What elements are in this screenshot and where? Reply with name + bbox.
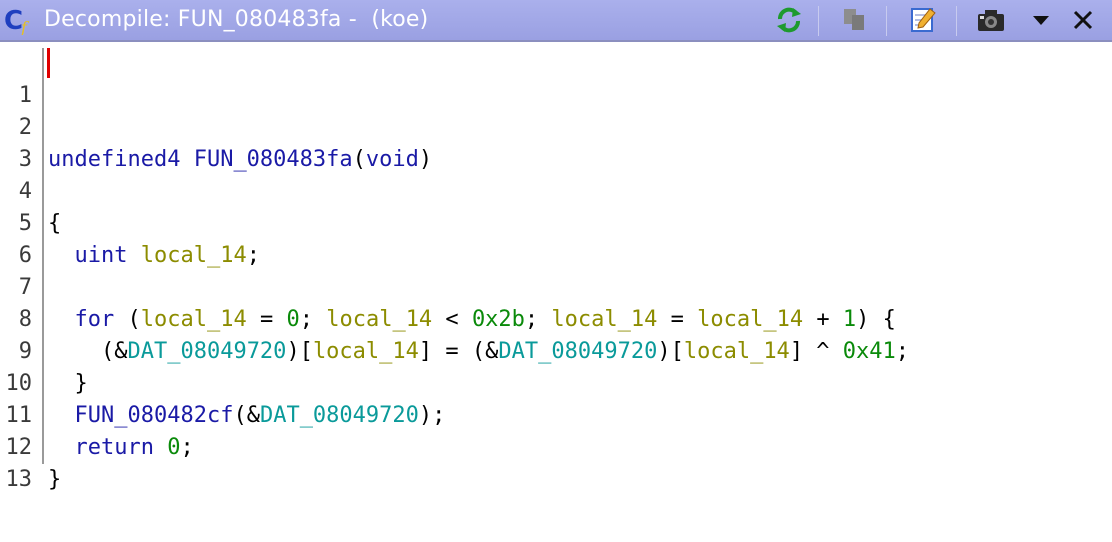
decompiler-code-view[interactable]: 1 2 undefined4 FUN_080483fa(void) 3 4 { … bbox=[0, 44, 1112, 542]
code-line-9[interactable]: 9 } bbox=[0, 304, 1112, 396]
close-button[interactable] bbox=[1066, 3, 1100, 37]
menu-dropdown-button[interactable] bbox=[1024, 3, 1058, 37]
snapshot-button[interactable] bbox=[974, 3, 1008, 37]
dropdown-icon bbox=[1033, 16, 1049, 25]
copy-icon bbox=[844, 9, 864, 30]
edit-icon bbox=[911, 8, 936, 32]
code-line-5[interactable]: 5 uint local_14; bbox=[0, 176, 1112, 268]
code-line-11[interactable]: 11 return 0; bbox=[0, 368, 1112, 460]
code-line-10[interactable]: 10 FUN_080482cf(&DAT_08049720); bbox=[0, 336, 1112, 428]
line-number: 13 bbox=[5, 467, 33, 492]
close-icon bbox=[1073, 10, 1093, 30]
code-line-3[interactable]: 3 bbox=[0, 112, 1112, 172]
code-line-4[interactable]: 4 { bbox=[0, 144, 1112, 236]
svg-text:f: f bbox=[20, 18, 30, 35]
window-title: Decompile: FUN_080483fa - (koe) bbox=[44, 7, 429, 32]
decompiler-app-icon: C f bbox=[4, 6, 30, 35]
code-line-12[interactable]: 12 } bbox=[0, 400, 1112, 492]
snapshot-icon bbox=[978, 10, 1004, 31]
refresh-icon bbox=[777, 7, 801, 33]
code-line-2[interactable]: 2 undefined4 FUN_080483fa(void) bbox=[0, 80, 1112, 172]
code-line-1[interactable]: 1 bbox=[0, 48, 1112, 108]
code-line-13[interactable]: 13 bbox=[0, 432, 1112, 492]
copy-button[interactable] bbox=[838, 3, 872, 37]
edit-button[interactable] bbox=[906, 3, 940, 37]
refresh-button[interactable] bbox=[772, 3, 806, 37]
code-line-6[interactable]: 6 bbox=[0, 208, 1112, 268]
code-line-8[interactable]: 8 (&DAT_08049720)[local_14] = (&DAT_0804… bbox=[0, 272, 1112, 364]
window-titlebar: C f Decompile: FUN_080483fa - (koe) bbox=[0, 0, 1112, 42]
code-line-7[interactable]: 7 for (local_14 = 0; local_14 < 0x2b; lo… bbox=[0, 240, 1112, 332]
